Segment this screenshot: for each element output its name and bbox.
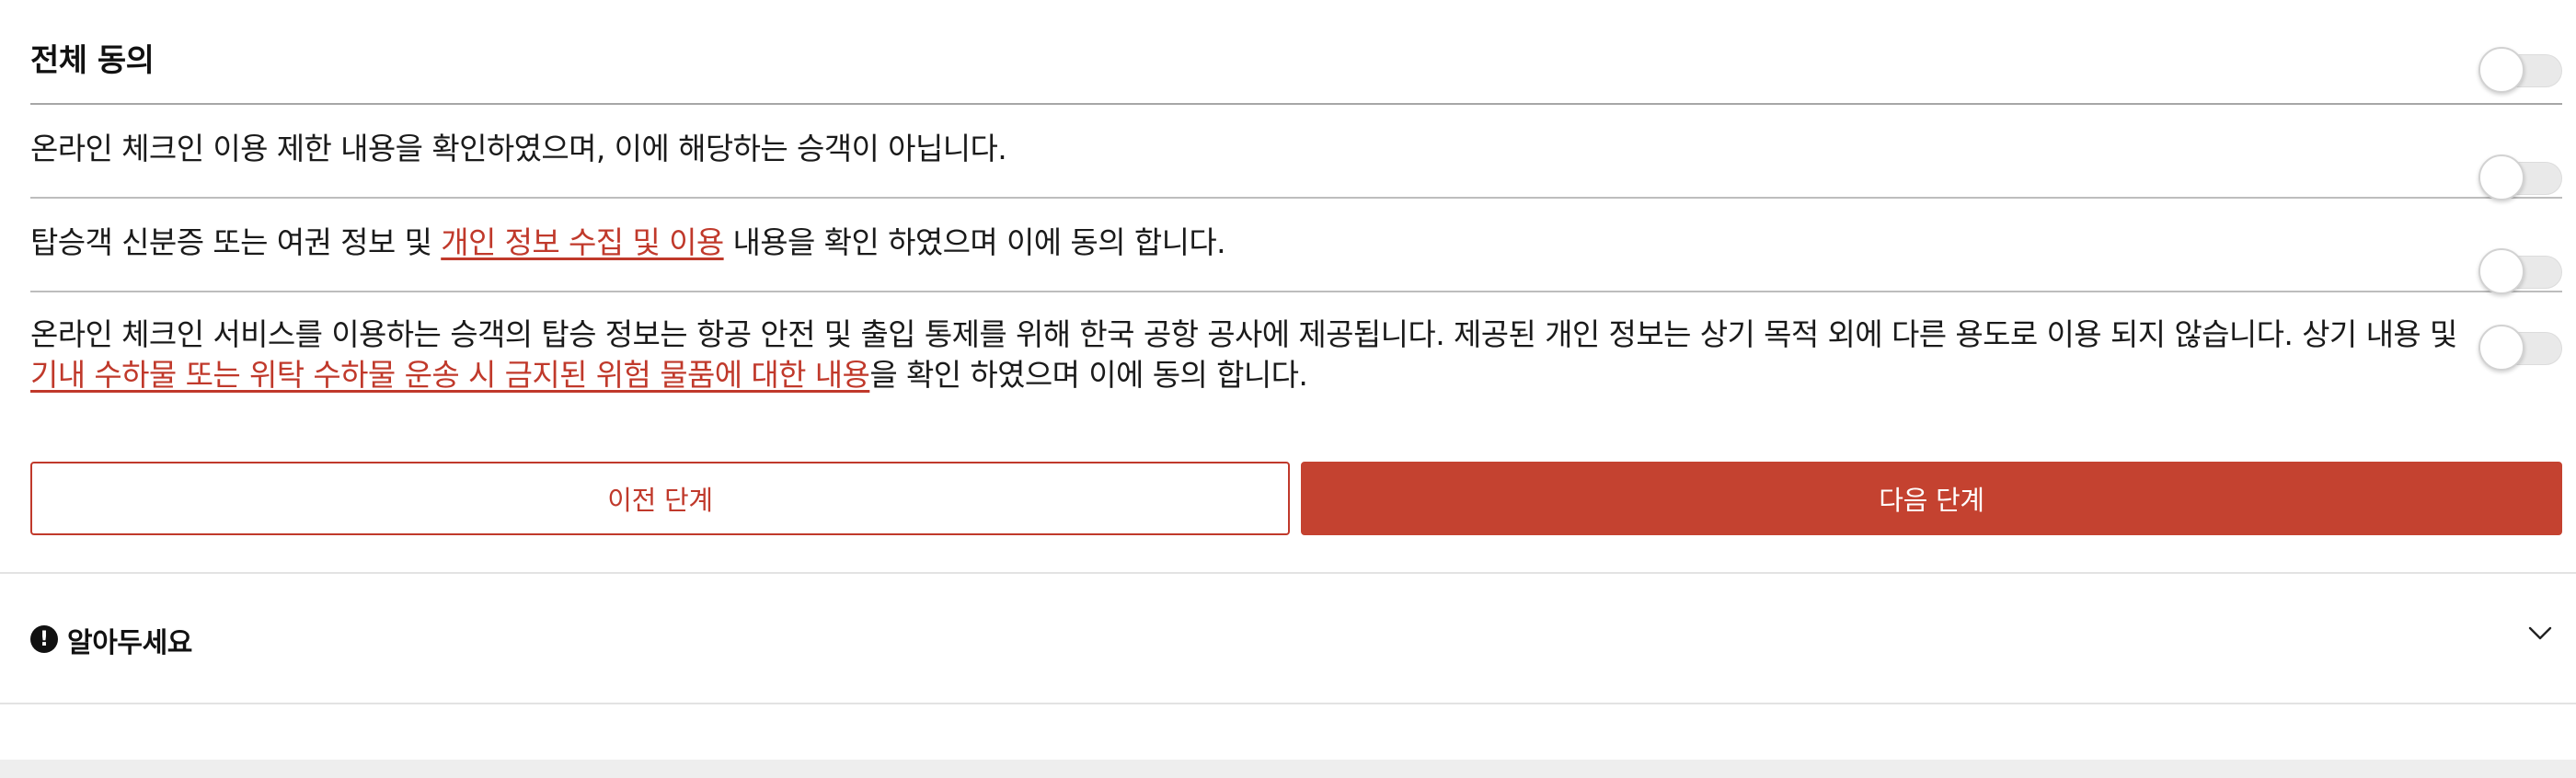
toggle-knob bbox=[2478, 248, 2524, 294]
agreement-text: 탑승객 신분증 또는 여권 정보 및 개인 정보 수집 및 이용 내용을 확인 … bbox=[30, 223, 2459, 263]
agreement-row-privacy: 탑승객 신분증 또는 여권 정보 및 개인 정보 수집 및 이용 내용을 확인 … bbox=[30, 199, 2562, 294]
agreement-row-dangerous-goods: 온라인 체크인 서비스를 이용하는 승객의 탑승 정보는 항공 안전 및 출입 … bbox=[30, 292, 2562, 412]
agree-all-label: 전체 동의 bbox=[30, 42, 155, 79]
exclamation-circle-icon: ! bbox=[30, 625, 58, 653]
agreement-dangerous-goods-toggle[interactable] bbox=[2478, 325, 2562, 371]
agreement-text-part: 탑승객 신분증 또는 여권 정보 및 bbox=[30, 224, 442, 260]
agreement-row-restriction: 온라인 체크인 이용 제한 내용을 확인하였으며, 이에 해당하는 승객이 아닙… bbox=[30, 105, 2562, 200]
agree-all-toggle[interactable] bbox=[2478, 47, 2562, 93]
agreement-privacy-toggle[interactable] bbox=[2478, 248, 2562, 294]
agree-all-row: 전체 동의 bbox=[30, 0, 2562, 105]
next-step-button[interactable]: 다음 단계 bbox=[1301, 462, 2562, 535]
agreement-text: 온라인 체크인 이용 제한 내용을 확인하였으며, 이에 해당하는 승객이 아닙… bbox=[30, 129, 2459, 169]
agreement-text-part: 온라인 체크인 이용 제한 내용을 확인하였으며, 이에 해당하는 승객이 아닙… bbox=[30, 131, 1007, 166]
toggle-knob bbox=[2478, 325, 2524, 371]
agreement-text-part: 온라인 체크인 서비스를 이용하는 승객의 탑승 정보는 항공 안전 및 출입 … bbox=[30, 316, 2457, 352]
notice-label: 알아두세요 bbox=[67, 627, 192, 659]
agreement-restriction-toggle[interactable] bbox=[2478, 154, 2562, 200]
toggle-knob bbox=[2478, 47, 2524, 93]
agreement-text: 온라인 체크인 서비스를 이용하는 승객의 탑승 정보는 항공 안전 및 출입 … bbox=[30, 315, 2459, 395]
dangerous-goods-link[interactable]: 기내 수하물 또는 위탁 수하물 운송 시 금지된 위험 물품에 대한 내용 bbox=[30, 357, 870, 393]
divider bbox=[0, 703, 2576, 704]
agreement-text-part: 내용을 확인 하였으며 이에 동의 합니다. bbox=[723, 224, 1226, 260]
notice-accordion-header[interactable]: ! 알아두세요 bbox=[0, 574, 2576, 703]
previous-step-button[interactable]: 이전 단계 bbox=[30, 462, 1290, 535]
agreement-text-part: 을 확인 하였으며 이에 동의 합니다. bbox=[869, 357, 1308, 393]
chevron-down-icon[interactable] bbox=[2526, 620, 2554, 647]
toggle-knob bbox=[2478, 154, 2524, 200]
privacy-policy-link[interactable]: 개인 정보 수집 및 이용 bbox=[441, 224, 724, 260]
footer-band bbox=[0, 760, 2576, 778]
